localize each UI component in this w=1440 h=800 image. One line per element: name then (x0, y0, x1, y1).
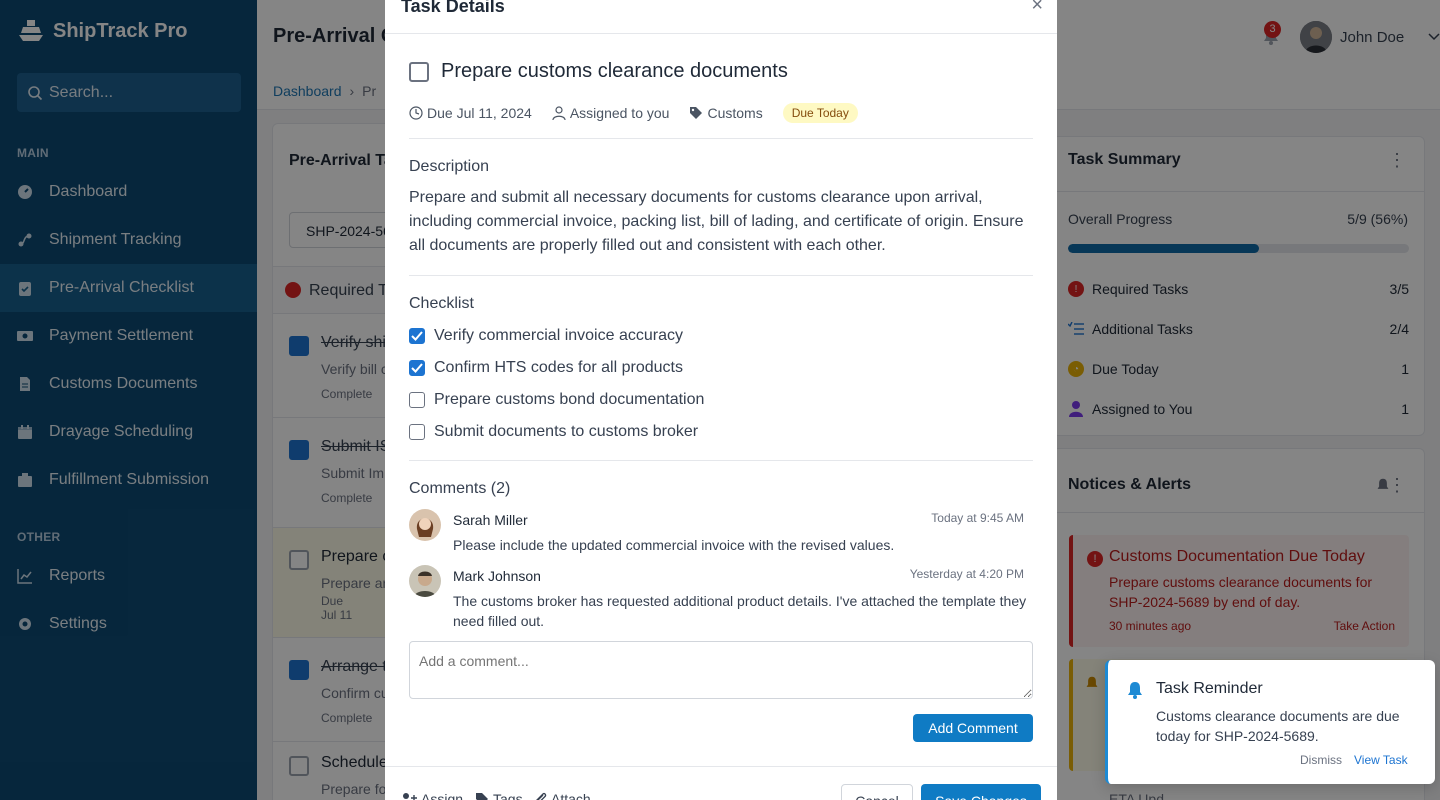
description-heading: Description (409, 158, 490, 175)
checklist-label: Verify commercial invoice accuracy (434, 327, 683, 344)
task-title: Prepare customs clearance documents (441, 60, 788, 82)
tags-button[interactable]: Tags (475, 791, 523, 800)
checkbox-checked[interactable] (409, 360, 425, 376)
add-comment-button[interactable]: Add Comment (913, 714, 1033, 742)
avatar (409, 565, 441, 597)
modal-footer: Assign Tags Attach Cancel Save Changes (385, 766, 1057, 800)
view-task-button[interactable]: View Task (1354, 753, 1408, 767)
modal-header: Task Details × (385, 0, 1057, 34)
close-icon[interactable]: × (1031, 0, 1043, 17)
dismiss-button[interactable]: Dismiss (1300, 753, 1342, 767)
divider (409, 275, 1033, 276)
assign-label: Assign (421, 791, 464, 800)
checklist-heading: Checklist (409, 295, 474, 312)
bell-icon (1128, 682, 1142, 699)
attach-label: Attach (551, 791, 591, 800)
user-icon (552, 106, 566, 120)
cancel-button[interactable]: Cancel (841, 784, 913, 800)
assignee: Assigned to you (552, 105, 670, 121)
description-text: Prepare and submit all necessary documen… (409, 189, 1024, 254)
assign-button[interactable]: Assign (401, 791, 463, 800)
task-meta: Due Jul 11, 2024 Assigned to you Customs… (409, 103, 858, 123)
avatar (409, 509, 441, 541)
comment-input[interactable] (409, 641, 1033, 699)
status-badge: Due Today (782, 103, 858, 123)
comment-author: Sarah Miller (453, 512, 528, 528)
paperclip-icon (536, 792, 547, 800)
checkbox-unchecked[interactable] (409, 392, 425, 408)
toast-title: Task Reminder (1156, 680, 1263, 697)
checklist-item[interactable]: Confirm HTS codes for all products (409, 359, 683, 377)
checklist-label: Confirm HTS codes for all products (434, 359, 683, 376)
checklist-label: Prepare customs bond documentation (434, 391, 705, 408)
tag: Customs (689, 105, 763, 121)
divider (409, 138, 1033, 139)
divider (409, 460, 1033, 461)
checkbox-checked[interactable] (409, 328, 425, 344)
comment-text: The customs broker has requested additio… (453, 593, 1027, 629)
toast-body: Customs clearance documents are due toda… (1156, 708, 1400, 744)
checkbox-unchecked[interactable] (409, 424, 425, 440)
assignee-text: Assigned to you (569, 105, 670, 121)
comment-time: Yesterday at 4:20 PM (909, 567, 1024, 581)
tag-text: Customs (707, 105, 763, 121)
attach-button[interactable]: Attach (533, 791, 591, 800)
due-date: Due Jul 11, 2024 (409, 105, 532, 121)
comment-time: Today at 9:45 AM (931, 511, 1024, 525)
due-date-text: Due Jul 11, 2024 (427, 105, 532, 121)
checklist-item[interactable]: Verify commercial invoice accuracy (409, 327, 683, 345)
toast-notification: Task Reminder Customs clearance document… (1105, 660, 1435, 784)
clock-icon (409, 106, 423, 120)
modal-title: Task Details (401, 0, 505, 16)
comment-author: Mark Johnson (453, 568, 541, 584)
task-details-modal: Task Details × Prepare customs clearance… (385, 0, 1057, 800)
tag-icon (690, 107, 703, 119)
tags-label: Tags (493, 791, 523, 800)
checklist-item[interactable]: Submit documents to customs broker (409, 423, 698, 441)
task-complete-checkbox[interactable] (409, 62, 429, 82)
checklist-item[interactable]: Prepare customs bond documentation (409, 391, 704, 409)
save-changes-button[interactable]: Save Changes (921, 784, 1041, 800)
checklist-label: Submit documents to customs broker (434, 423, 699, 440)
tag-icon (476, 793, 488, 800)
comment-text: Please include the updated commercial in… (453, 537, 895, 553)
comments-heading: Comments (2) (409, 480, 511, 497)
user-plus-icon (403, 793, 417, 800)
